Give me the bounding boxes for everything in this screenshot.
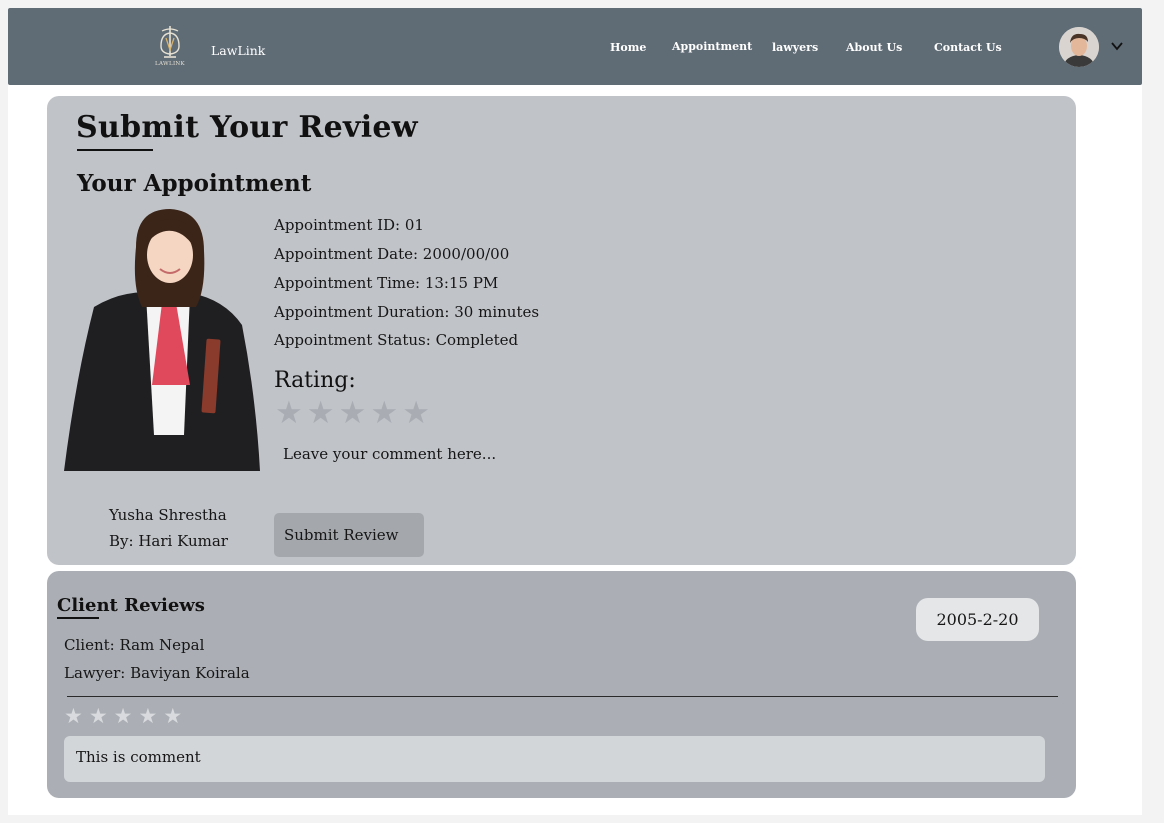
rating-label: Rating: xyxy=(274,368,356,393)
rating-star-4[interactable]: ★ xyxy=(370,396,398,430)
review-comment: This is comment xyxy=(64,736,1045,782)
rating-star-2[interactable]: ★ xyxy=(307,396,335,430)
review-date-badge: 2005-2-20 xyxy=(916,598,1039,641)
nav-link-appointment[interactable]: Appointment xyxy=(672,40,752,53)
client-reviews-card: Client Reviews 2005-2-20 Client: Ram Nep… xyxy=(47,571,1076,798)
review-divider xyxy=(67,696,1058,697)
lawyer-photo xyxy=(64,207,260,471)
lawyer-portrait-image xyxy=(64,209,260,471)
nav-link-home[interactable]: Home xyxy=(610,41,646,54)
rating-star-5[interactable]: ★ xyxy=(402,396,430,430)
lawyer-by: By: Hari Kumar xyxy=(109,532,228,550)
submit-review-card: Submit Your Review Your Appointment Appo… xyxy=(47,96,1076,565)
appointment-status: Appointment Status: Completed xyxy=(274,331,519,349)
review-star-5: ★ xyxy=(163,704,183,728)
review-star-4: ★ xyxy=(138,704,158,728)
rating-stars: ★ ★ ★ ★ ★ xyxy=(275,396,430,430)
reviews-heading-underline xyxy=(57,617,99,619)
scales-of-justice-icon xyxy=(160,26,180,58)
rating-star-1[interactable]: ★ xyxy=(275,396,303,430)
review-lawyer: Lawyer: Baviyan Koirala xyxy=(64,664,250,682)
page-title: Submit Your Review xyxy=(76,110,418,145)
top-navbar: LAWLINK LawLink Home Appointment lawyers… xyxy=(8,8,1142,85)
submit-review-button[interactable]: Submit Review xyxy=(274,513,424,557)
appointment-time: Appointment Time: 13:15 PM xyxy=(274,274,499,292)
chevron-down-icon[interactable] xyxy=(1110,39,1124,53)
user-avatar-image xyxy=(1059,27,1099,67)
lawlink-logo[interactable]: LAWLINK xyxy=(148,22,192,76)
logo-wordmark: LAWLINK xyxy=(155,61,185,67)
nav-link-lawyers[interactable]: lawyers xyxy=(772,41,818,54)
title-underline xyxy=(77,149,153,151)
review-star-1: ★ xyxy=(64,704,83,728)
review-client: Client: Ram Nepal xyxy=(64,636,205,654)
nav-link-about-us[interactable]: About Us xyxy=(846,41,902,54)
appointment-heading: Your Appointment xyxy=(77,170,312,197)
rating-star-3[interactable]: ★ xyxy=(339,396,367,430)
brand-name[interactable]: LawLink xyxy=(211,43,265,58)
review-star-2: ★ xyxy=(88,704,108,728)
review-star-3: ★ xyxy=(113,704,133,728)
review-stars: ★ ★ ★ ★ ★ xyxy=(64,704,182,728)
nav-link-contact-us[interactable]: Contact Us xyxy=(934,41,1002,54)
user-avatar[interactable] xyxy=(1059,27,1099,67)
appointment-duration: Appointment Duration: 30 minutes xyxy=(274,303,540,321)
client-reviews-heading: Client Reviews xyxy=(57,595,205,616)
comment-input[interactable] xyxy=(274,439,674,469)
appointment-date: Appointment Date: 2000/00/00 xyxy=(274,245,510,263)
lawyer-name: Yusha Shrestha xyxy=(109,506,227,524)
appointment-id: Appointment ID: 01 xyxy=(274,216,424,234)
